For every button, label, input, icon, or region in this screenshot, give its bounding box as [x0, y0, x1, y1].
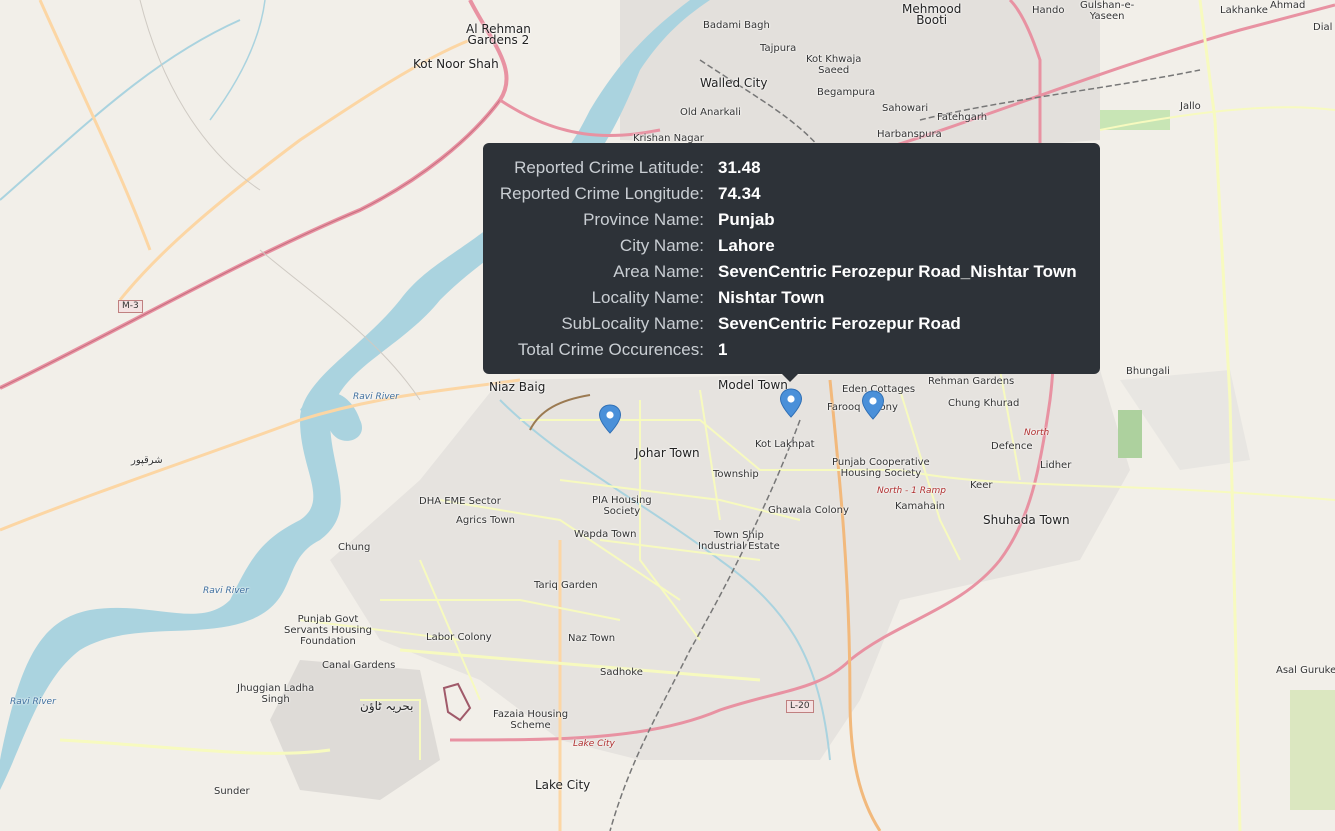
- place-label-rehman-gardens: Rehman Gardens: [928, 376, 1015, 387]
- place-label-kamahain: Kamahain: [895, 501, 945, 512]
- place-label-mehmood-booti: Mehmood Booti: [902, 2, 962, 27]
- tooltip-row: City Name: Lahore: [483, 233, 1100, 259]
- place-label-model-town: Model Town: [718, 378, 788, 392]
- place-label-punjab-govt: Punjab Govt Servants Housing Foundation: [284, 614, 372, 647]
- place-label-gulshan-yaseen: Gulshan-e- Yaseen: [1080, 0, 1135, 22]
- tooltip-value: Nishtar Town: [718, 288, 825, 307]
- road-shield-l20: L-20: [786, 700, 814, 713]
- place-label-lake-city: Lake City: [535, 778, 591, 792]
- place-label-lakhanke: Lakhanke: [1220, 5, 1268, 16]
- place-label-harbanspura: Harbanspura: [877, 129, 942, 140]
- road-label-lake-city: Lake City: [573, 739, 615, 749]
- place-label-chung: Chung: [338, 542, 371, 553]
- place-label-bahria-town: بحریہ ٹاؤن: [360, 699, 414, 713]
- tooltip-key: Reported Crime Longitude:: [499, 184, 704, 203]
- place-label-wapda-town: Wapda Town: [574, 529, 637, 540]
- place-label-tajpura: Tajpura: [760, 43, 797, 54]
- place-label-shuhada-town: Shuhada Town: [983, 513, 1070, 527]
- place-label-naz-town: Naz Town: [568, 633, 616, 644]
- tooltip-value: Punjab: [718, 210, 775, 229]
- place-label-defence: Defence: [991, 441, 1033, 452]
- place-label-bhungali: Bhungali: [1126, 366, 1170, 377]
- place-label-dial: Dial: [1313, 22, 1333, 33]
- place-label-asal-guruke: Asal Guruke: [1276, 665, 1335, 676]
- river-label-ravi-1: Ravi River: [353, 392, 399, 402]
- place-label-niaz-baig: Niaz Baig: [489, 380, 546, 394]
- map-pin-icon: [598, 404, 622, 434]
- place-label-dha-eme: DHA EME Sector: [419, 496, 501, 507]
- place-label-labor-colony: Labor Colony: [426, 632, 492, 643]
- tooltip-key: City Name:: [619, 236, 704, 255]
- crime-marker-farooq-colony[interactable]: [861, 390, 885, 420]
- road-label-north: North: [1024, 428, 1050, 438]
- road-shield-m3: M-3: [118, 300, 143, 313]
- river-label-ravi-3: Ravi River: [10, 697, 56, 707]
- place-label-tariq-garden: Tariq Garden: [534, 580, 598, 591]
- tooltip-key: SubLocality Name:: [561, 314, 704, 333]
- place-label-al-rehman: Al Rehman Gardens 2: [466, 22, 531, 47]
- tooltip-key: Total Crime Occurences:: [517, 340, 704, 359]
- tooltip-key: Province Name:: [583, 210, 704, 229]
- place-label-chung-khurad: Chung Khurad: [948, 398, 1020, 409]
- place-label-sharaqpur: شرقپور: [131, 455, 163, 466]
- place-label-sahowari: Sahowari: [882, 103, 929, 114]
- place-label-jhuggian: Jhuggian Ladha Singh: [237, 683, 315, 705]
- tooltip-value: 31.48: [718, 158, 761, 177]
- road-label-north-ramp: North - 1 Ramp: [877, 486, 946, 496]
- place-label-township: Township: [713, 469, 759, 480]
- tooltip-row: Total Crime Occurences: 1: [483, 337, 1100, 363]
- river-label-ravi-2: Ravi River: [203, 586, 249, 596]
- place-label-fazaia: Fazaia Housing Scheme: [493, 709, 569, 731]
- place-label-begampura: Begampura: [817, 87, 876, 98]
- tooltip-row: Area Name: SevenCentric Ferozepur Road_Ni…: [483, 259, 1100, 285]
- tooltip-value: SevenCentric Ferozepur Road_Nishtar Town: [718, 262, 1077, 281]
- place-label-kot-noor-shah: Kot Noor Shah: [413, 57, 499, 71]
- place-label-lidher: Lidher: [1040, 460, 1072, 471]
- tooltip-row: Province Name: Punjab: [483, 207, 1100, 233]
- place-label-old-anarkali: Old Anarkali: [680, 107, 741, 118]
- crime-marker-ferozepur-road[interactable]: [779, 388, 803, 418]
- crime-tooltip: Reported Crime Latitude: 31.48 Reported C…: [483, 143, 1100, 382]
- tooltip-value: Lahore: [718, 236, 775, 255]
- place-label-kot-lakhpat: Kot Lakhpat: [755, 439, 815, 450]
- place-label-town-ship-ie: Town Ship Industrial Estate: [698, 530, 780, 552]
- place-label-ghawala-colony: Ghawala Colony: [768, 505, 849, 516]
- tooltip-row: SubLocality Name: SevenCentric Ferozepur …: [483, 311, 1100, 337]
- place-label-jallo: Jallo: [1180, 101, 1201, 112]
- crime-marker-johar-town[interactable]: [598, 404, 622, 434]
- tooltip-value: 1: [718, 340, 728, 359]
- place-label-keer: Keer: [970, 480, 993, 491]
- tooltip-key: Area Name:: [613, 262, 704, 281]
- place-label-hando: Hando: [1032, 5, 1065, 16]
- map-base-layer: [0, 0, 1335, 831]
- place-label-badami-bagh: Badami Bagh: [703, 20, 770, 31]
- place-label-ahmad: Ahmad: [1270, 0, 1306, 11]
- map-pin-icon: [861, 390, 885, 420]
- place-label-kot-khwaja-saeed: Kot Khwaja Saeed: [806, 54, 862, 76]
- tooltip-key: Locality Name:: [591, 288, 704, 307]
- map-pin-icon: [779, 388, 803, 418]
- place-label-johar-town: Johar Town: [635, 446, 700, 460]
- place-label-canal-gardens: Canal Gardens: [322, 660, 396, 671]
- place-label-fatehgarh: Fatehgarh: [937, 112, 988, 123]
- place-label-sadhoke: Sadhoke: [600, 667, 643, 678]
- place-label-sunder: Sunder: [214, 786, 250, 797]
- place-label-pia-housing: PIA Housing Society: [592, 495, 652, 517]
- place-label-walled-city: Walled City: [700, 76, 768, 90]
- tooltip-value: 74.34: [718, 184, 761, 203]
- place-label-agrics-town: Agrics Town: [456, 515, 516, 526]
- tooltip-row: Reported Crime Latitude: 31.48: [483, 155, 1100, 181]
- tooltip-row: Locality Name: Nishtar Town: [483, 285, 1100, 311]
- tooltip-value: SevenCentric Ferozepur Road: [718, 314, 961, 333]
- tooltip-key: Reported Crime Latitude:: [514, 158, 704, 177]
- tooltip-row: Reported Crime Longitude: 74.34: [483, 181, 1100, 207]
- map-view[interactable]: Al Rehman Gardens 2 Kot Noor Shah Badami…: [0, 0, 1335, 831]
- place-label-punjab-cooperative: Punjab Cooperative Housing Society: [832, 457, 930, 479]
